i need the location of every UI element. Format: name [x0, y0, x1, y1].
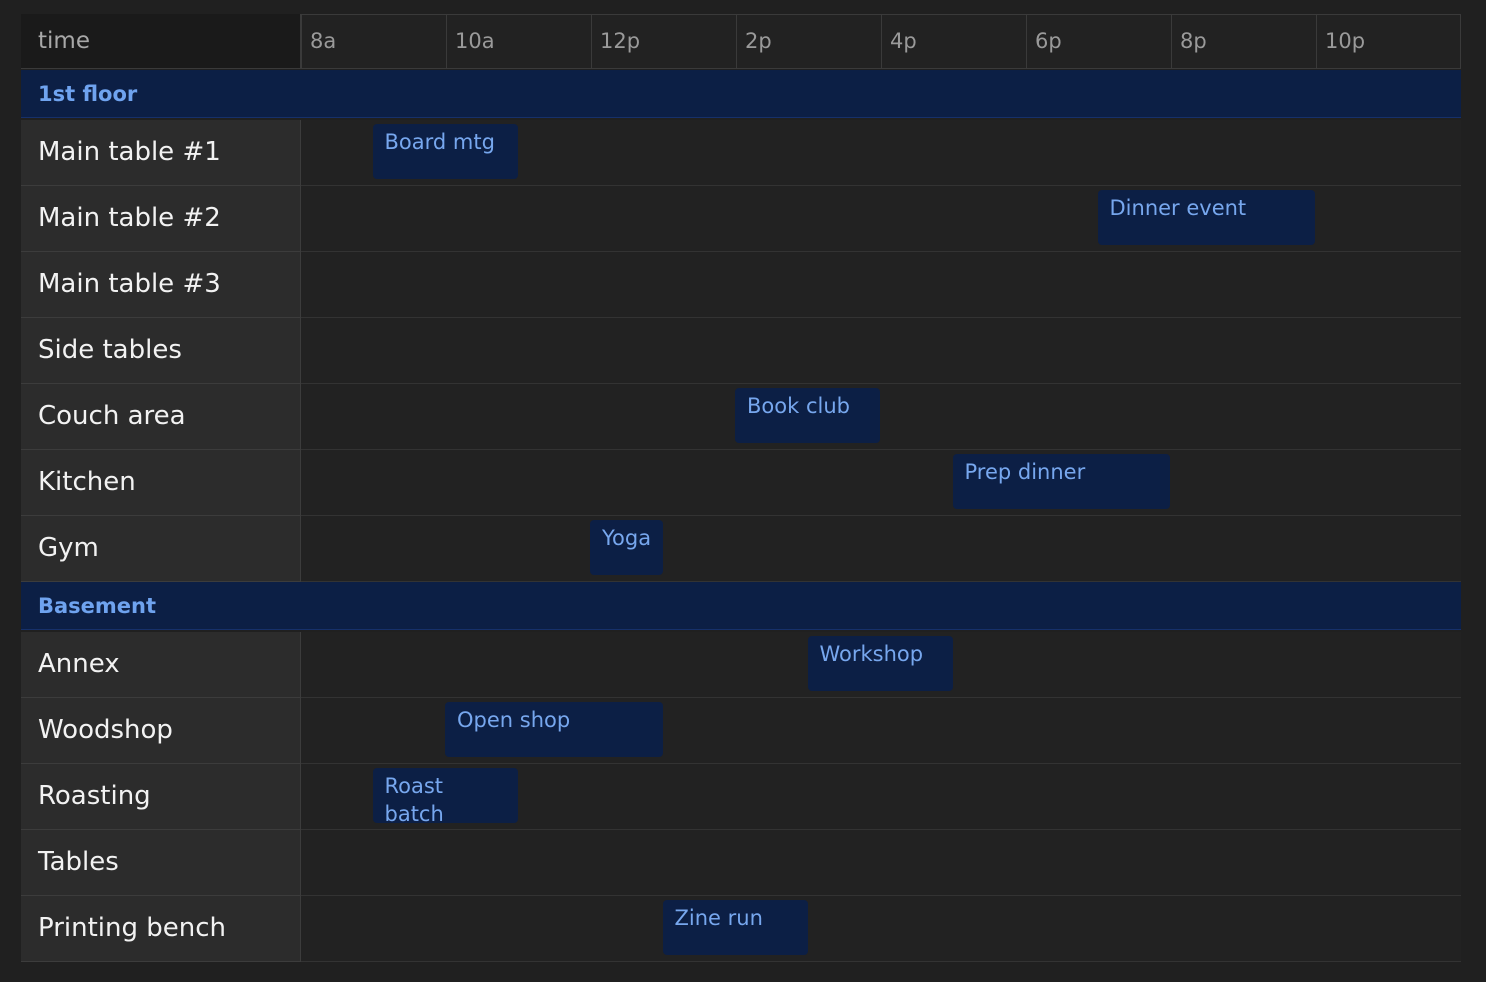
- resource-row: Side tables: [21, 318, 1461, 384]
- event-block[interactable]: Prep dinner: [952, 454, 1170, 509]
- time-label-10p: 10p: [1316, 14, 1461, 69]
- event-block[interactable]: Roast batch: [372, 768, 518, 823]
- resource-row: Main table #1 Board mtg: [21, 120, 1461, 186]
- resource-row: Gym Yoga: [21, 516, 1461, 582]
- resource-track[interactable]: [301, 318, 1461, 384]
- resource-row: Tables: [21, 830, 1461, 896]
- event-block[interactable]: Zine run: [662, 900, 808, 955]
- event-block[interactable]: Open shop: [445, 702, 663, 757]
- resource-label: Woodshop: [21, 698, 301, 764]
- resource-track[interactable]: Roast batch: [301, 764, 1461, 830]
- resource-label: Main table #2: [21, 186, 301, 252]
- resource-track[interactable]: Zine run: [301, 896, 1461, 962]
- event-block[interactable]: Dinner event: [1097, 190, 1315, 245]
- resource-track[interactable]: [301, 252, 1461, 318]
- resource-track[interactable]: Workshop: [301, 632, 1461, 698]
- time-label-12p: 12p: [591, 14, 736, 69]
- resource-label: Printing bench: [21, 896, 301, 962]
- resource-label: Side tables: [21, 318, 301, 384]
- resource-label: Couch area: [21, 384, 301, 450]
- resource-label: Annex: [21, 632, 301, 698]
- time-label-2p: 2p: [736, 14, 881, 69]
- resource-track[interactable]: Yoga: [301, 516, 1461, 582]
- resource-row: Woodshop Open shop: [21, 698, 1461, 764]
- event-block[interactable]: Board mtg: [372, 124, 518, 179]
- resource-label: Main table #3: [21, 252, 301, 318]
- event-block[interactable]: Workshop: [807, 636, 953, 691]
- resource-scheduler: time 8a 10a 12p 2p 4p 6p 8p 10p 1st floor Main t…: [21, 14, 1461, 962]
- event-block[interactable]: Book club: [735, 388, 880, 443]
- resource-track[interactable]: Prep dinner: [301, 450, 1461, 516]
- event-block[interactable]: Yoga: [590, 520, 663, 575]
- resource-track[interactable]: Board mtg: [301, 120, 1461, 186]
- resource-row: Couch area Book club: [21, 384, 1461, 450]
- resource-track[interactable]: Open shop: [301, 698, 1461, 764]
- resource-label: Roasting: [21, 764, 301, 830]
- resource-track[interactable]: Dinner event: [301, 186, 1461, 252]
- time-label-6p: 6p: [1026, 14, 1171, 69]
- time-label-8a: 8a: [301, 14, 446, 69]
- resource-track[interactable]: Book club: [301, 384, 1461, 450]
- time-header-label: time: [21, 14, 301, 69]
- resource-row: Main table #2 Dinner event: [21, 186, 1461, 252]
- resource-label: Main table #1: [21, 120, 301, 186]
- resource-row: Roasting Roast batch: [21, 764, 1461, 830]
- resource-label: Tables: [21, 830, 301, 896]
- group-header: Basement: [21, 582, 1461, 630]
- resource-label: Gym: [21, 516, 301, 582]
- group-header: 1st floor: [21, 70, 1461, 118]
- time-label-10a: 10a: [446, 14, 591, 69]
- time-label-4p: 4p: [881, 14, 1026, 69]
- resource-row: Printing bench Zine run: [21, 896, 1461, 962]
- resource-row: Main table #3: [21, 252, 1461, 318]
- resource-row: Annex Workshop: [21, 632, 1461, 698]
- time-label-8p: 8p: [1171, 14, 1316, 69]
- time-header: time 8a 10a 12p 2p 4p 6p 8p 10p: [21, 14, 1461, 70]
- resource-label: Kitchen: [21, 450, 301, 516]
- resource-track[interactable]: [301, 830, 1461, 896]
- resource-row: Kitchen Prep dinner: [21, 450, 1461, 516]
